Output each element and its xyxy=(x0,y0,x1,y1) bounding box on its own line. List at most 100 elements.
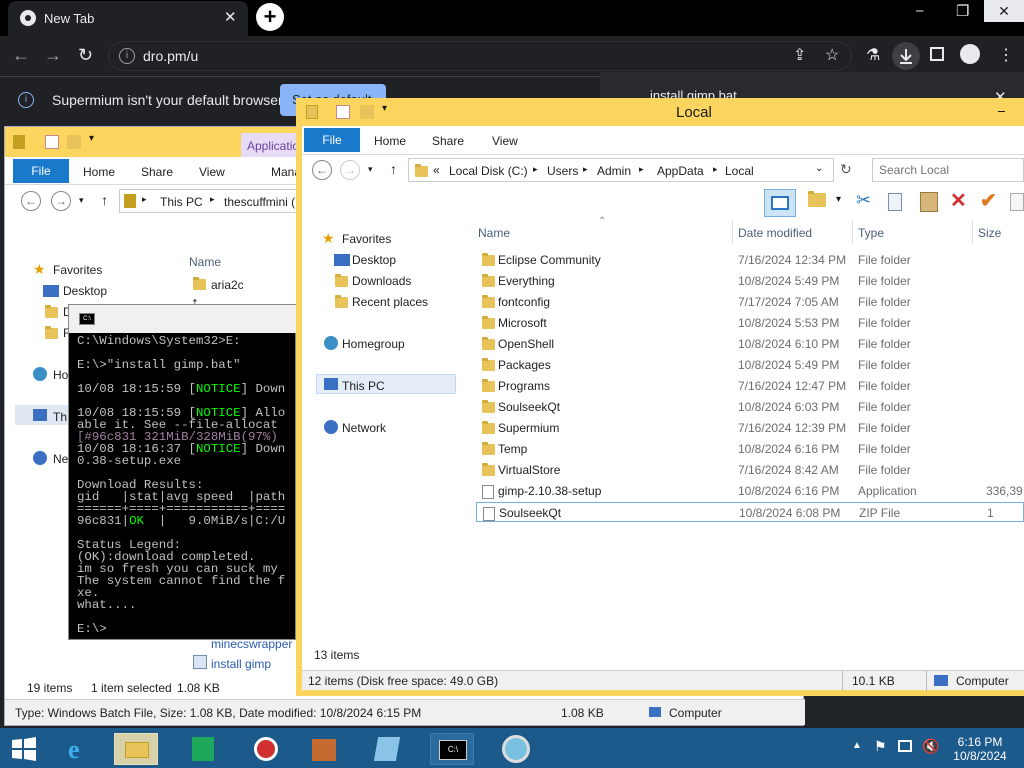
back-recent-dropdown-icon[interactable]: ▾ xyxy=(79,195,84,206)
back-nav-forward-icon[interactable]: → xyxy=(51,191,71,211)
show-hidden-icons[interactable]: ▲ xyxy=(852,740,862,751)
restore-icon[interactable]: ❐ xyxy=(956,2,969,20)
file-row[interactable]: SoulseekQt 10/8/2024 6:03 PM File folder xyxy=(476,397,1024,417)
col-divider[interactable] xyxy=(972,220,973,244)
profile-avatar[interactable] xyxy=(960,44,980,64)
back-icon[interactable]: ← xyxy=(12,45,30,66)
tab-file[interactable]: File xyxy=(304,128,360,152)
properties-icon[interactable] xyxy=(1010,193,1024,211)
crumb-users[interactable]: Users xyxy=(547,164,578,178)
address-dropdown-icon[interactable]: ⌄ xyxy=(815,163,823,174)
crumb-local[interactable]: Local xyxy=(725,164,754,178)
back-nav-favorites[interactable]: Favorites xyxy=(53,263,102,277)
address-bar[interactable]: i dro.pm/u xyxy=(108,41,852,71)
bookmark-star-icon[interactable]: ☆ xyxy=(825,45,839,65)
tab-close-icon[interactable]: ✕ xyxy=(224,8,237,26)
downloads-button[interactable] xyxy=(892,42,920,70)
col-divider[interactable] xyxy=(732,220,733,244)
back-nav-homegroup[interactable]: Ho xyxy=(53,368,68,382)
back-up-icon[interactable]: ↑ xyxy=(101,192,108,208)
nav-back-icon[interactable]: ← xyxy=(312,160,332,180)
new-folder-icon[interactable] xyxy=(67,135,81,149)
side-panel-icon[interactable] xyxy=(930,47,944,61)
toolbar-dropdown-icon[interactable]: ▾ xyxy=(836,194,841,205)
taskbar-alarm[interactable] xyxy=(244,733,288,765)
col-size[interactable]: Size xyxy=(978,226,1001,240)
close-window-button[interactable]: ✕ xyxy=(984,0,1024,22)
new-folder-icon[interactable] xyxy=(360,105,374,119)
back-tab-view[interactable]: View xyxy=(199,165,225,179)
back-tab-file[interactable]: File xyxy=(13,159,69,183)
crumb-thescuffmini[interactable]: thescuffmini ( xyxy=(224,195,295,209)
crumb-this-pc[interactable]: This PC xyxy=(160,195,203,209)
qat-dropdown-icon[interactable]: ▾ xyxy=(382,103,387,114)
taskbar-supermium[interactable] xyxy=(494,733,538,765)
back-file-aria2c[interactable]: aria2c xyxy=(211,278,244,292)
col-date[interactable]: Date modified xyxy=(738,226,812,240)
file-row[interactable]: fontconfig 7/17/2024 7:05 AM File folder xyxy=(476,292,1024,312)
taskbar-cmd[interactable]: C:\ xyxy=(430,733,474,765)
file-row[interactable]: Everything 10/8/2024 5:49 PM File folder xyxy=(476,271,1024,291)
forward-icon[interactable]: → xyxy=(44,45,62,66)
nav-network[interactable]: Network xyxy=(342,421,386,435)
nav-favorites[interactable]: Favorites xyxy=(342,232,391,246)
reload-icon[interactable]: ↻ xyxy=(78,45,93,66)
paste-icon[interactable] xyxy=(920,192,938,212)
back-address-bar[interactable]: ▸ This PC ▸ thescuffmini ( xyxy=(119,189,305,213)
folder-options-icon[interactable] xyxy=(808,190,826,207)
up-icon[interactable]: ↑ xyxy=(390,161,397,177)
back-tab-home[interactable]: Home xyxy=(83,165,115,179)
back-col-name[interactable]: Name xyxy=(189,255,221,269)
cut-icon[interactable]: ✂ xyxy=(856,190,871,211)
back-tab-share[interactable]: Share xyxy=(141,165,173,179)
back-nav-desktop[interactable]: Desktop xyxy=(63,284,107,298)
nav-homegroup[interactable]: Homegroup xyxy=(342,337,405,351)
file-row[interactable]: Programs 7/16/2024 12:47 PM File folder xyxy=(476,376,1024,396)
nav-forward-icon[interactable]: → xyxy=(340,160,360,180)
taskbar-explorer[interactable] xyxy=(114,733,158,765)
col-type[interactable]: Type xyxy=(858,226,884,240)
file-row[interactable]: VirtualStore 7/16/2024 8:42 AM File folder xyxy=(476,460,1024,480)
file-row[interactable]: Temp 10/8/2024 6:16 PM File folder xyxy=(476,439,1024,459)
refresh-icon[interactable]: ↻ xyxy=(840,161,852,178)
taskbar-app-brick[interactable] xyxy=(302,733,346,765)
context-tab-application[interactable]: Application xyxy=(241,133,306,157)
col-divider[interactable] xyxy=(852,220,853,244)
back-nav-network[interactable]: Ne xyxy=(53,452,68,466)
properties-icon[interactable] xyxy=(336,105,350,119)
col-name[interactable]: Name xyxy=(478,226,510,240)
copy-icon[interactable] xyxy=(888,193,902,211)
file-row[interactable]: Microsoft 10/8/2024 5:53 PM File folder xyxy=(476,313,1024,333)
file-row[interactable]: OpenShell 10/8/2024 6:10 PM File folder xyxy=(476,334,1024,354)
file-row[interactable]: Supermium 7/16/2024 12:39 PM File folder xyxy=(476,418,1024,438)
taskbar-notepad[interactable] xyxy=(366,733,410,765)
crumb-overflow[interactable]: « xyxy=(433,163,440,177)
search-box[interactable] xyxy=(872,158,1024,182)
back-file-install-gimp[interactable]: install gimp xyxy=(211,657,271,671)
tab-home[interactable]: Home xyxy=(374,134,406,148)
menu-icon[interactable]: ⋮ xyxy=(998,45,1014,65)
tab-share[interactable]: Share xyxy=(432,134,464,148)
nav-thispc[interactable]: This PC xyxy=(342,379,385,393)
nav-recent-places[interactable]: Recent places xyxy=(352,295,428,309)
flag-icon[interactable]: ⚑ xyxy=(874,738,887,755)
extensions-icon[interactable]: ⚗ xyxy=(866,45,880,65)
network-tray-icon[interactable] xyxy=(898,740,912,752)
back-nav-back-icon[interactable]: ← xyxy=(21,191,41,211)
back-nav-thispc[interactable]: Th xyxy=(53,410,67,424)
tab-new-tab[interactable]: New Tab ✕ xyxy=(8,1,248,36)
recent-locations-icon[interactable]: ▾ xyxy=(368,164,373,175)
address-bar[interactable]: « Local Disk (C:) ▸ Users ▸ Admin ▸ AppD… xyxy=(408,158,834,182)
local-minimize-icon[interactable]: ⎯ xyxy=(998,102,1005,119)
crumb-appdata[interactable]: AppData xyxy=(657,164,704,178)
start-button[interactable] xyxy=(10,736,38,762)
qat-dropdown-icon[interactable]: ▾ xyxy=(89,133,94,144)
nav-downloads[interactable]: Downloads xyxy=(352,274,411,288)
crumb-local-disk[interactable]: Local Disk (C:) xyxy=(449,164,528,178)
preview-pane-button[interactable] xyxy=(764,189,796,217)
taskbar-ie[interactable]: e xyxy=(60,733,104,765)
minimize-icon[interactable]: ⎯ xyxy=(916,2,924,19)
properties-icon[interactable] xyxy=(45,135,59,149)
file-row[interactable]: Eclipse Community 7/16/2024 12:34 PM File … xyxy=(476,250,1024,270)
volume-muted-icon[interactable]: 🔇 xyxy=(922,738,939,755)
